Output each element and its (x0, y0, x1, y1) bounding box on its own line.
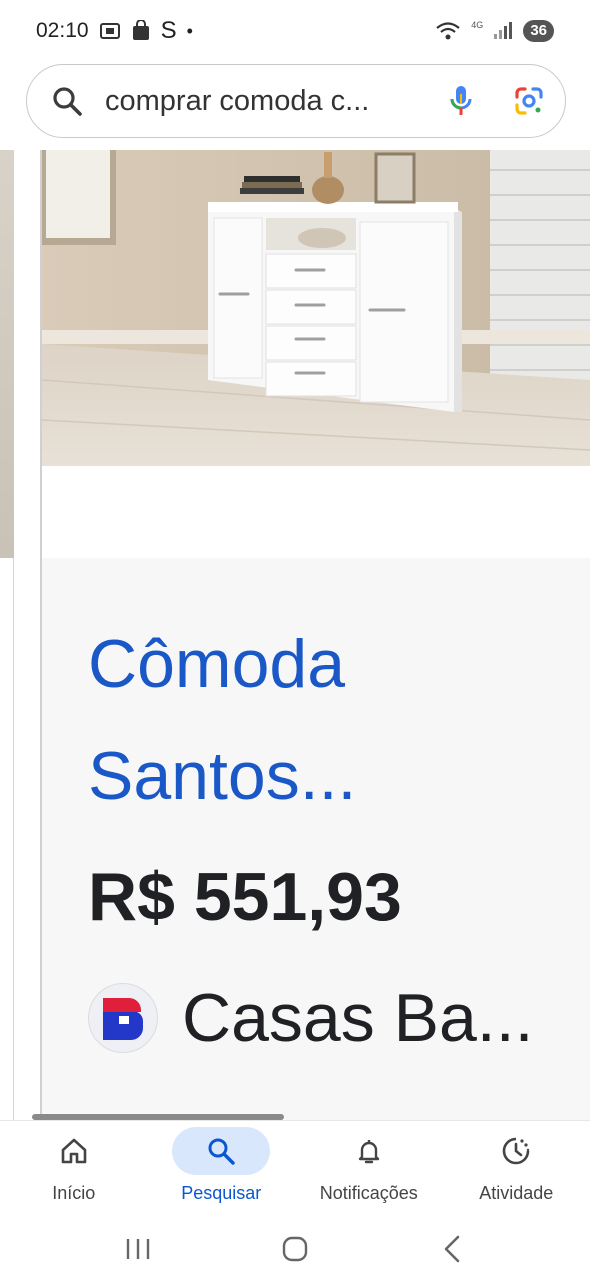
status-dot: • (186, 20, 193, 41)
status-bar: 02:10 S • 4G 36 (0, 0, 590, 62)
back-button[interactable] (422, 1224, 482, 1274)
bell-icon (354, 1136, 384, 1166)
search-bar[interactable]: comprar comoda c... (26, 64, 566, 138)
store-row: Casas Ba... (88, 978, 534, 1058)
product-price: R$ 551,93 (88, 859, 402, 935)
home-circle-icon (282, 1236, 308, 1262)
search-query[interactable]: comprar comoda c... (105, 85, 449, 118)
bottom-navigation: Início Pesquisar Notificações Atividade (0, 1120, 590, 1218)
nav-item-notificacoes[interactable]: Notificações (299, 1127, 439, 1204)
nav-label-inicio: Início (52, 1183, 96, 1203)
screenshot-icon (99, 21, 121, 41)
nav-icon-wrap (25, 1127, 123, 1175)
home-button[interactable] (265, 1224, 325, 1274)
product-info-panel: Cômoda Santos... R$ 551,93 Casas Ba... (42, 558, 590, 1120)
shopping-bag-icon (131, 20, 151, 42)
search-icon[interactable] (51, 85, 83, 117)
status-time: 02:10 (36, 19, 89, 42)
product-card[interactable]: Cômoda Santos... R$ 551,93 Casas Ba... (40, 150, 590, 1120)
nav-item-atividade[interactable]: Atividade (446, 1127, 586, 1204)
wifi-icon (435, 20, 461, 42)
nav-item-pesquisar[interactable]: Pesquisar (151, 1127, 291, 1204)
recent-apps-button[interactable] (108, 1224, 168, 1274)
results-carousel: Cômoda Santos... R$ 551,93 Casas Ba... (0, 150, 590, 1120)
google-lens-icon[interactable] (513, 85, 545, 117)
nav-item-inicio[interactable]: Início (4, 1127, 144, 1204)
previous-result-image (0, 150, 14, 558)
back-chevron-icon (444, 1235, 459, 1263)
network-type: 4G (471, 20, 484, 30)
microphone-icon[interactable] (449, 84, 473, 118)
signal-icon (493, 22, 513, 40)
nav-label-atividade: Atividade (479, 1183, 554, 1203)
search-icon (206, 1136, 236, 1166)
battery-indicator: 36 (523, 20, 554, 42)
nav-label-pesquisar: Pesquisar (181, 1183, 262, 1203)
home-icon (59, 1136, 89, 1166)
product-image[interactable] (42, 150, 590, 466)
activity-history-icon (500, 1135, 532, 1167)
store-logo-icon (88, 983, 158, 1053)
nav-icon-wrap-active (172, 1127, 271, 1175)
product-title[interactable]: Cômoda Santos... (88, 608, 558, 832)
status-left: 02:10 S • (36, 17, 193, 45)
nav-label-notificacoes: Notificações (319, 1183, 418, 1203)
carrier-letter: S (160, 17, 177, 44)
status-right: 4G 36 (435, 20, 554, 42)
system-navigation-bar (0, 1218, 590, 1280)
previous-result-card[interactable] (0, 150, 14, 1120)
nav-icon-wrap (467, 1127, 565, 1175)
recent-apps-icon (127, 1239, 150, 1259)
store-name: Casas Ba... (182, 980, 534, 1056)
nav-icon-wrap (320, 1127, 418, 1175)
